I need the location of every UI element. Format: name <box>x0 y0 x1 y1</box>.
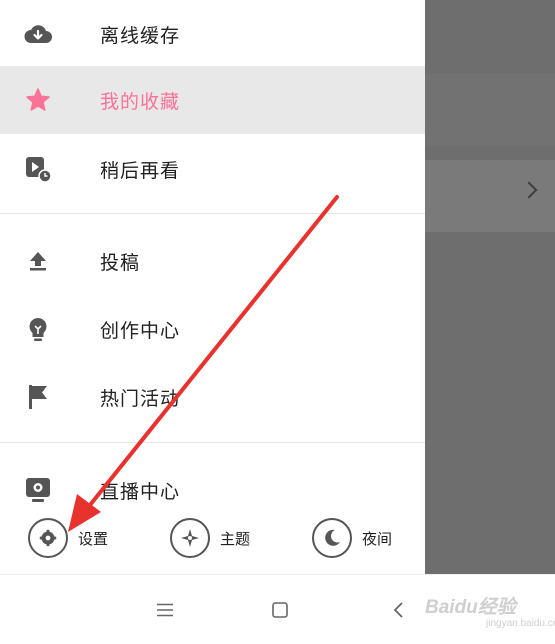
divider <box>0 442 425 443</box>
menu-item-label: 我的收藏 <box>100 91 181 113</box>
theme-icon <box>170 518 210 558</box>
menu-item-label: 直播中心 <box>100 481 181 503</box>
menu-item-label: 稍后再看 <box>100 160 181 182</box>
menu-item-offline-cache[interactable]: 离线缓存 <box>0 0 425 68</box>
watermark-url: jingyan.baidu.com <box>486 618 555 629</box>
star-icon <box>24 86 52 114</box>
lightbulb-icon <box>24 315 52 343</box>
back-icon[interactable] <box>385 597 411 623</box>
menu-item-watch-later[interactable]: 稍后再看 <box>0 135 425 203</box>
settings-button[interactable]: 设置 <box>28 516 108 560</box>
menu-item-creator-center[interactable]: 创作中心 <box>0 295 425 363</box>
gear-icon <box>28 518 68 558</box>
menu-item-label: 离线缓存 <box>100 25 181 47</box>
menu-icon[interactable] <box>152 597 178 623</box>
app-screen: 离线缓存 我的收藏 稍后再看 投稿 创作中心 热门活动 直播中心 设置 主题 夜… <box>0 0 555 574</box>
menu-item-upload[interactable]: 投稿 <box>0 227 425 295</box>
menu-item-label: 热门活动 <box>100 388 181 410</box>
navigation-drawer: 离线缓存 我的收藏 稍后再看 投稿 创作中心 热门活动 直播中心 设置 主题 夜… <box>0 0 425 574</box>
home-icon[interactable] <box>267 597 293 623</box>
night-label: 夜间 <box>362 530 393 548</box>
menu-item-label: 创作中心 <box>100 320 181 342</box>
drawer-bottom-bar: 设置 主题 夜间 <box>0 502 425 574</box>
backdrop-row <box>425 74 555 146</box>
menu-item-label: 投稿 <box>100 252 141 274</box>
theme-button[interactable]: 主题 <box>170 516 250 560</box>
dimmed-backdrop[interactable] <box>425 0 555 574</box>
upload-icon <box>24 247 52 275</box>
backdrop-row <box>425 160 555 232</box>
night-mode-button[interactable]: 夜间 <box>312 516 392 560</box>
cloud-download-icon <box>24 20 52 48</box>
moon-icon <box>312 518 352 558</box>
menu-item-hot-events[interactable]: 热门活动 <box>0 363 425 431</box>
theme-label: 主题 <box>220 530 251 548</box>
settings-label: 设置 <box>78 530 109 548</box>
menu-item-favorites[interactable]: 我的收藏 <box>0 66 425 134</box>
watch-later-icon <box>24 155 52 183</box>
divider <box>0 213 425 214</box>
flag-icon <box>24 383 52 411</box>
watermark-logo: Baidu经验 <box>425 597 516 618</box>
live-camera-icon <box>24 476 52 504</box>
